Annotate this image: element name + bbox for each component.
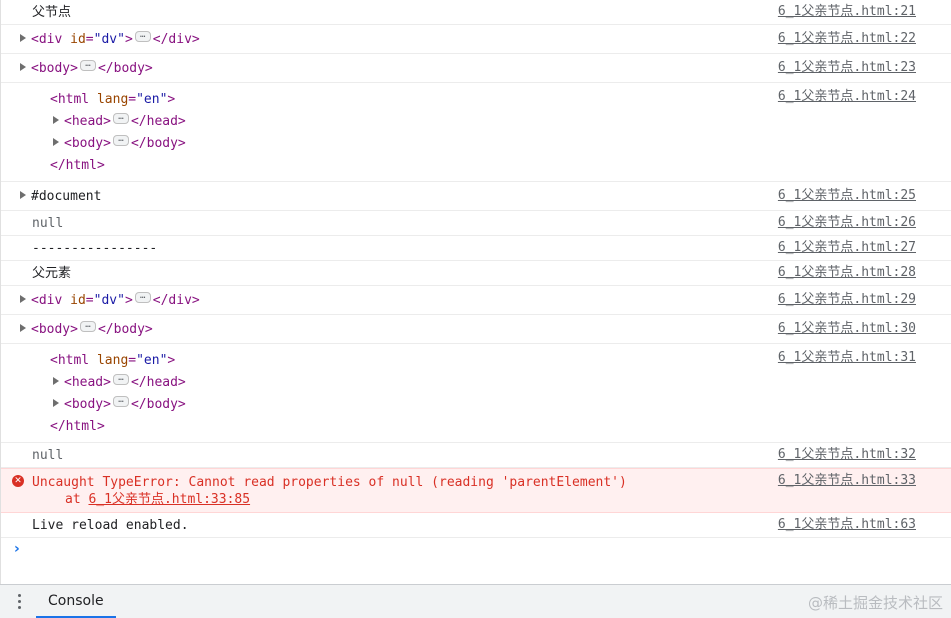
source-link[interactable]: 6_1父亲节点.html:29: [778, 291, 916, 308]
body-node[interactable]: <body>… </body>: [53, 133, 951, 155]
drawer-toolbar: Console @稀土掘金技术社区: [0, 584, 951, 618]
console-message-html[interactable]: <html lang="en"> <head>… </head> <body>… <…: [1, 344, 951, 443]
console-message: 父节点 6_1父亲节点.html:21: [1, 0, 951, 25]
element-node[interactable]: <div id="dv">… </div>: [20, 31, 200, 47]
tag-close: </div>: [152, 32, 200, 47]
console-message-element[interactable]: <body>… </body> 6_1父亲节点.html:30: [1, 315, 951, 344]
expand-triangle-icon[interactable]: [53, 116, 59, 124]
error-stack-link[interactable]: 6_1父亲节点.html:33:85: [88, 492, 250, 507]
attr-name: id: [70, 32, 86, 47]
source-link[interactable]: 6_1父亲节点.html:21: [778, 3, 916, 20]
ellipsis-icon[interactable]: …: [79, 60, 96, 71]
ellipsis-icon[interactable]: …: [134, 292, 151, 303]
source-link[interactable]: 6_1父亲节点.html:23: [778, 59, 916, 76]
head-node[interactable]: <head>… </head>: [53, 372, 951, 394]
log-text: Live reload enabled.: [32, 518, 189, 533]
console-error-message: ✕ Uncaught TypeError: Cannot read proper…: [1, 468, 951, 513]
log-text: 父元素: [32, 266, 72, 281]
console-message-element[interactable]: <body>… </body> 6_1父亲节点.html:23: [1, 54, 951, 83]
console-message-element[interactable]: <div id="dv">… </div> 6_1父亲节点.html:29: [1, 286, 951, 315]
tag-open: <div: [31, 32, 63, 47]
tag-open: <body>: [31, 61, 78, 76]
console-message-html[interactable]: <html lang="en"> <head>… </head> <body>… <…: [1, 83, 951, 182]
source-link[interactable]: 6_1父亲节点.html:28: [778, 264, 916, 281]
document-node[interactable]: #document: [20, 189, 101, 204]
console-message: null 6_1父亲节点.html:26: [1, 211, 951, 236]
source-link[interactable]: 6_1父亲节点.html:25: [778, 187, 916, 204]
source-link[interactable]: 6_1父亲节点.html:27: [778, 239, 916, 256]
console-message-document[interactable]: #document 6_1父亲节点.html:25: [1, 182, 951, 211]
ellipsis-icon[interactable]: …: [79, 321, 96, 332]
console-message: null 6_1父亲节点.html:32: [1, 443, 951, 468]
expand-triangle-icon[interactable]: [53, 138, 59, 146]
ellipsis-icon[interactable]: …: [112, 374, 129, 385]
more-options-icon[interactable]: [18, 594, 22, 610]
source-link[interactable]: 6_1父亲节点.html:26: [778, 214, 916, 231]
expand-triangle-icon[interactable]: [53, 377, 59, 385]
source-link[interactable]: 6_1父亲节点.html:31: [778, 349, 916, 366]
console-message: 父元素 6_1父亲节点.html:28: [1, 261, 951, 286]
expand-triangle-icon[interactable]: [20, 191, 26, 199]
expand-triangle-icon[interactable]: [20, 63, 26, 71]
source-link[interactable]: 6_1父亲节点.html:32: [778, 446, 916, 463]
source-link[interactable]: 6_1父亲节点.html:33: [778, 472, 916, 489]
head-node[interactable]: <head>… </head>: [53, 111, 951, 133]
error-stack-line: at 6_1父亲节点.html:33:85: [65, 492, 251, 507]
console-prompt[interactable]: ›: [1, 538, 951, 564]
log-text: null: [32, 216, 64, 231]
log-text: 父节点: [32, 5, 72, 20]
console-message: ---------------- 6_1父亲节点.html:27: [1, 236, 951, 261]
log-text: null: [32, 448, 64, 463]
error-icon: ✕: [12, 475, 24, 487]
log-text: ----------------: [32, 241, 158, 256]
prompt-chevron-icon: ›: [14, 541, 20, 557]
console-message: Live reload enabled. 6_1父亲节点.html:63: [1, 513, 951, 538]
console-message-element[interactable]: <div id="dv">… </div> 6_1父亲节点.html:22: [1, 25, 951, 54]
tab-console[interactable]: Console: [36, 585, 116, 618]
tag-close: </body>: [97, 61, 153, 76]
expand-triangle-icon[interactable]: [53, 399, 59, 407]
source-link[interactable]: 6_1父亲节点.html:63: [778, 516, 916, 533]
element-node[interactable]: <div id="dv">… </div>: [20, 292, 200, 308]
source-link[interactable]: 6_1父亲节点.html:30: [778, 320, 916, 337]
ellipsis-icon[interactable]: …: [112, 135, 129, 146]
element-node[interactable]: <body>… </body>: [20, 60, 153, 76]
ellipsis-icon[interactable]: …: [112, 113, 129, 124]
ellipsis-icon[interactable]: …: [112, 396, 129, 407]
attr-value: "dv": [93, 32, 125, 47]
source-link[interactable]: 6_1父亲节点.html:22: [778, 30, 916, 47]
element-node[interactable]: <body>… </body>: [20, 321, 153, 337]
expand-triangle-icon[interactable]: [20, 34, 26, 42]
expand-triangle-icon[interactable]: [20, 324, 26, 332]
html-close-line: </html>: [50, 419, 105, 434]
html-close-line: </html>: [50, 158, 105, 173]
expand-triangle-icon[interactable]: [20, 295, 26, 303]
ellipsis-icon[interactable]: …: [134, 31, 151, 42]
watermark: @稀土掘金技术社区: [807, 594, 943, 612]
console-panel: 父节点 6_1父亲节点.html:21 <div id="dv">… </div>…: [0, 0, 951, 584]
body-node[interactable]: <body>… </body>: [53, 394, 951, 416]
source-link[interactable]: 6_1父亲节点.html:24: [778, 88, 916, 105]
